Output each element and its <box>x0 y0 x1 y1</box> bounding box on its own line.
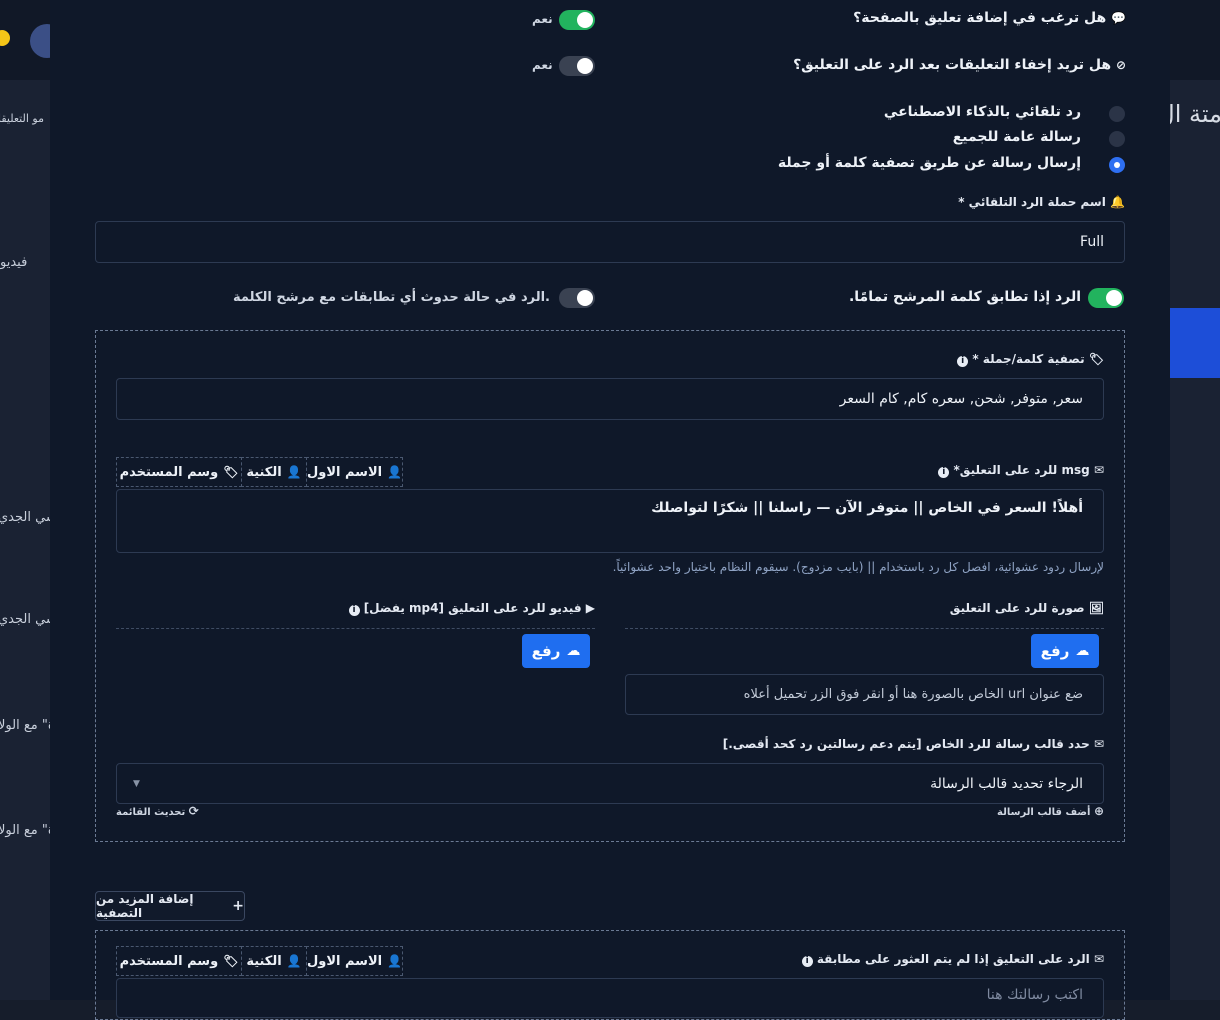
msg-hint: لإرسال ردود عشوائية، افصل كل رد باستخدام… <box>612 560 1104 574</box>
eye-slash-icon: ⊘ <box>1115 58 1126 72</box>
tags-icon: 🏷 <box>223 465 239 479</box>
comments-icon: 💬 <box>1111 11 1126 25</box>
background-button <box>1170 308 1220 378</box>
insert-last-name-button[interactable]: الكنية 👤 <box>241 457 307 487</box>
add-comment-toggle[interactable] <box>559 10 595 30</box>
insert-first-name-button[interactable]: الاسم الاول 👤 <box>306 457 403 487</box>
background-label: ة" مع الولا <box>0 823 55 838</box>
msg-reply-textarea[interactable]: أهلاً! السعر في الخاص || متوفر الآن — را… <box>116 489 1104 553</box>
info-icon: i <box>348 605 360 616</box>
exact-match-label: الرد إذا تطابق كلمة المرشح تمامًا. <box>848 289 1081 305</box>
hide-comments-question: ⊘ هل تريد إخفاء التعليقات بعد الرد على ا… <box>793 57 1126 73</box>
radio-general-message-label: رسالة عامة للجميع <box>952 129 1081 145</box>
radio-filter-message-label: إرسال رسالة عن طريق تصفية كلمة أو جملة <box>777 155 1081 171</box>
plus-circle-icon: ⊕ <box>1093 804 1104 818</box>
add-comment-toggle-label: نعم <box>532 12 553 26</box>
add-comment-question: 💬 هل ترغب في إضافة تعليق بالصفحة؟ <box>853 10 1126 26</box>
upload-video-button[interactable]: رفع ☁ <box>522 634 590 668</box>
user-icon: 👤 <box>286 954 302 968</box>
campaign-name-input[interactable]: Full <box>95 221 1125 263</box>
refresh-icon: ⟳ <box>188 804 199 818</box>
filter-keyword-input[interactable]: سعر, متوفر, شحن, سعره كام, كام السعر <box>116 378 1104 420</box>
template-label: ✉ حدد قالب رسالة للرد الخاص [يتم دعم رسا… <box>722 737 1104 751</box>
exact-match-toggle[interactable] <box>1088 288 1124 308</box>
refresh-list-link[interactable]: ⟳ تحديث القائمة <box>116 805 199 818</box>
user-icon: 👤 <box>286 465 302 479</box>
video-reply-label: ▶ فيديو للرد على التعليق [mp4 يفضل] i <box>348 601 595 616</box>
insert-first-name-button[interactable]: الاسم الاول 👤 <box>306 946 403 976</box>
image-reply-label: 🖼 صورة للرد على التعليق <box>949 601 1104 615</box>
background-label: ة" مع الولا <box>0 718 55 733</box>
youtube-icon: ▶ <box>585 601 595 615</box>
info-icon: i <box>938 467 950 478</box>
chevron-down-icon: ▼ <box>133 779 140 789</box>
divider <box>116 628 595 629</box>
no-match-label: ✉ الرد على التعليق إذا لم يتم العثور على… <box>801 952 1104 967</box>
envelope-icon: ✉ <box>1093 737 1104 751</box>
envelope-icon: ✉ <box>1093 952 1104 966</box>
cloud-upload-icon: ☁ <box>1075 643 1090 659</box>
tag-icon: 🏷 <box>1088 352 1104 366</box>
info-icon: i <box>801 956 813 967</box>
filter-keyword-label: 🏷 تصفية كلمة/جملة * i <box>957 352 1104 367</box>
partial-match-toggle[interactable] <box>559 288 595 308</box>
plus-icon: + <box>232 898 244 914</box>
add-more-filter-button[interactable]: إضافة المزيد من التصفية + <box>95 891 245 921</box>
modal: 💬 هل ترغب في إضافة تعليق بالصفحة؟ نعم ⊘ … <box>50 0 1170 1020</box>
tags-icon: 🏷 <box>223 954 239 968</box>
user-icon: 👤 <box>387 954 403 968</box>
radio-filter-message[interactable] <box>1109 157 1125 173</box>
upload-image-button[interactable]: رفع ☁ <box>1031 634 1099 668</box>
partial-match-label: الرد في حالة حدوث أي تطابقات مع مرشح الك… <box>233 290 550 305</box>
campaign-name-label: 🔔 اسم حملة الرد التلقائي * <box>958 195 1125 209</box>
divider <box>625 628 1104 629</box>
msg-reply-label: ✉ msg للرد على التعليق* i <box>938 463 1104 478</box>
info-icon: i <box>957 356 969 367</box>
radio-general-message[interactable] <box>1109 131 1125 147</box>
insert-user-tag-button[interactable]: وسم المستخدم 🏷 <box>116 457 242 487</box>
template-select[interactable]: الرجاء تحديد قالب الرسالة ▼ <box>116 763 1104 804</box>
radio-ai-reply-label: رد تلقائي بالذكاء الاصطناعي <box>883 104 1081 120</box>
background-label: فيديو <box>0 255 28 270</box>
hide-comments-toggle[interactable] <box>559 56 595 76</box>
add-template-link[interactable]: ⊕ أضف قالب الرسالة <box>997 805 1104 818</box>
image-icon: 🖼 <box>1088 601 1104 615</box>
insert-last-name-button[interactable]: الكنية 👤 <box>241 946 307 976</box>
no-match-textarea[interactable]: اكتب رسالتك هنا <box>116 978 1104 1018</box>
hide-comments-toggle-label: نعم <box>532 58 553 72</box>
radio-ai-reply[interactable] <box>1109 106 1125 122</box>
cloud-upload-icon: ☁ <box>566 643 581 659</box>
image-url-input[interactable]: ضع عنوان url الخاص بالصورة هنا أو انقر ف… <box>625 674 1104 715</box>
bell-icon: 🔔 <box>1110 195 1125 209</box>
envelope-icon: ✉ <box>1093 463 1104 477</box>
user-icon: 👤 <box>387 465 403 479</box>
background-label: مو التعليقا <box>0 112 44 125</box>
insert-user-tag-button[interactable]: وسم المستخدم 🏷 <box>116 946 242 976</box>
